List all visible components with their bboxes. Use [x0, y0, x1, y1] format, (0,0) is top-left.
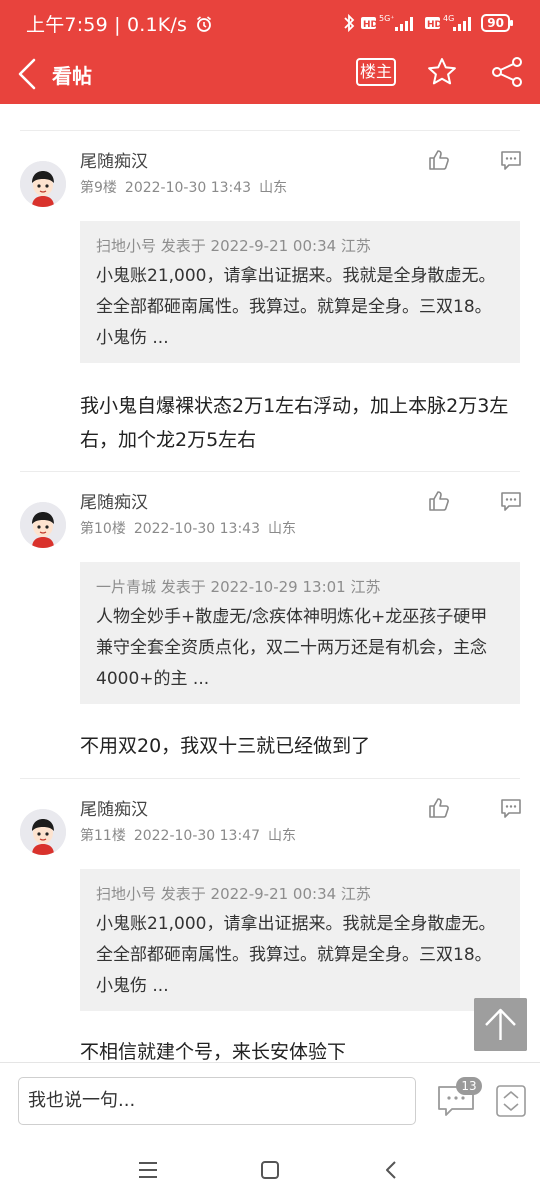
post-author[interactable]: 尾随痴汉: [80, 488, 148, 513]
post-floor-10: 尾随痴汉 第10楼 2022-10-30 13:43 山东 一片青城 发表于 202…: [20, 471, 522, 779]
quoted-post[interactable]: 一片青城 发表于 2022-10-29 13:01 江苏 人物全妙手+散虚无/念…: [80, 562, 520, 704]
post-body: 我小鬼自爆裸状态2万1左右浮动，加上本脉2万3左右，加个龙2万5左右: [80, 395, 509, 451]
share-icon[interactable]: [490, 56, 524, 88]
system-back-icon[interactable]: [378, 1156, 406, 1184]
like-icon[interactable]: [428, 490, 450, 512]
bluetooth-icon: [344, 13, 355, 33]
post-meta: 第11楼 2022-10-30 13:47 山东: [80, 825, 304, 845]
svg-text:HD: HD: [427, 20, 442, 30]
menu-icon[interactable]: [134, 1156, 162, 1184]
post-author[interactable]: 尾随痴汉: [80, 147, 148, 172]
nav-bar: 看帖 楼主: [0, 46, 540, 104]
svg-text:HD: HD: [363, 20, 378, 30]
post-floor: 第11楼: [80, 828, 126, 844]
back-icon[interactable]: [14, 56, 44, 92]
battery-indicator: 90: [481, 14, 513, 32]
post-floor: 第9楼: [80, 180, 117, 196]
post-time: 2022-10-30 13:43: [133, 521, 260, 537]
reply-icon[interactable]: [500, 149, 522, 171]
alarm-icon: [197, 16, 212, 32]
post-region: 山东: [268, 828, 296, 844]
post-body: 不用双20，我双十三就已经做到了: [80, 735, 371, 757]
quote-body: 小鬼账21,000，请拿出证据来。我就是全身散虚无。全全部都砸南属性。我算过。就…: [96, 266, 496, 348]
hd-signal-2-icon: HD 4G: [425, 14, 472, 31]
star-icon[interactable]: [426, 56, 458, 88]
louzhu-filter-button[interactable]: 楼主: [356, 58, 396, 86]
status-bar: 上午7:59 | 0.1K/s HD 5G⁺ HD 4G 90: [0, 0, 540, 46]
thread-content[interactable]: 尾随痴汉 第9楼 2022-10-30 13:43 山东 扫地小号 发表于 2022…: [0, 104, 540, 1062]
reply-icon[interactable]: [500, 490, 522, 512]
quote-header: 扫地小号 发表于 2022-9-21 00:34 江苏: [96, 237, 371, 255]
comment-count-badge: 13: [456, 1077, 482, 1095]
quote-body: 小鬼账21,000，请拿出证据来。我就是全身散虚无。全全部都砸南属性。我算过。就…: [96, 914, 496, 996]
system-navigation-bar: [0, 1138, 540, 1200]
post-author[interactable]: 尾随痴汉: [80, 795, 148, 820]
comment-input[interactable]: 我也说一句...: [18, 1077, 416, 1125]
like-icon[interactable]: [428, 149, 450, 171]
post-time: 2022-10-30 13:47: [133, 828, 260, 844]
post-meta: 第10楼 2022-10-30 13:43 山东: [80, 518, 304, 538]
app-header: 上午7:59 | 0.1K/s HD 5G⁺ HD 4G 90 看帖 楼主: [0, 0, 540, 104]
post-floor: 第10楼: [80, 521, 126, 537]
avatar-image-icon: [20, 161, 66, 207]
quoted-post[interactable]: 扫地小号 发表于 2022-9-21 00:34 江苏 小鬼账21,000，请拿…: [80, 221, 520, 363]
comment-bar: 我也说一句... 13: [0, 1062, 540, 1138]
post-meta: 第9楼 2022-10-30 13:43 山东: [80, 177, 295, 197]
avatar-image-icon: [20, 502, 66, 548]
network-1-label: 5G⁺: [379, 14, 395, 23]
reply-icon[interactable]: [500, 797, 522, 819]
post-floor-11: 尾随痴汉 第11楼 2022-10-30 13:47 山东 扫地小号 发表于 202…: [20, 778, 522, 1062]
network-2-label: 4G: [443, 14, 454, 23]
post-time: 2022-10-30 13:43: [124, 180, 252, 196]
avatar[interactable]: [20, 502, 66, 548]
status-icons: HD 5G⁺ HD 4G 90: [343, 12, 513, 34]
hd-signal-icon: HD 5G⁺: [361, 14, 414, 31]
home-icon[interactable]: [256, 1156, 284, 1184]
quote-header: 一片青城 发表于 2022-10-29 13:01 江苏: [96, 578, 381, 596]
status-time-speed-text: 上午7:59 | 0.1K/s: [26, 14, 188, 36]
post-body: 不相信就建个号，来长安体验下: [80, 1041, 347, 1062]
scroll-to-top-button[interactable]: [474, 998, 527, 1051]
previous-post-fragment: [80, 104, 86, 112]
quoted-post[interactable]: 扫地小号 发表于 2022-9-21 00:34 江苏 小鬼账21,000，请拿…: [80, 869, 520, 1011]
avatar[interactable]: [20, 161, 66, 207]
quote-body: 人物全妙手+散虚无/念疾体神明炼化+龙巫孩子硬甲兼守全套全资质点化，双二十两万还…: [96, 607, 488, 689]
post-region: 山东: [268, 521, 296, 537]
status-time-speed: 上午7:59 | 0.1K/s: [26, 10, 213, 37]
post-region: 山东: [259, 180, 288, 196]
post-floor-9: 尾随痴汉 第9楼 2022-10-30 13:43 山东 扫地小号 发表于 2022…: [20, 130, 522, 472]
page-title: 看帖: [52, 64, 92, 88]
quote-header: 扫地小号 发表于 2022-9-21 00:34 江苏: [96, 885, 371, 903]
like-icon[interactable]: [428, 797, 450, 819]
page-jump-icon[interactable]: [496, 1085, 526, 1117]
avatar-image-icon: [20, 809, 66, 855]
avatar[interactable]: [20, 809, 66, 855]
